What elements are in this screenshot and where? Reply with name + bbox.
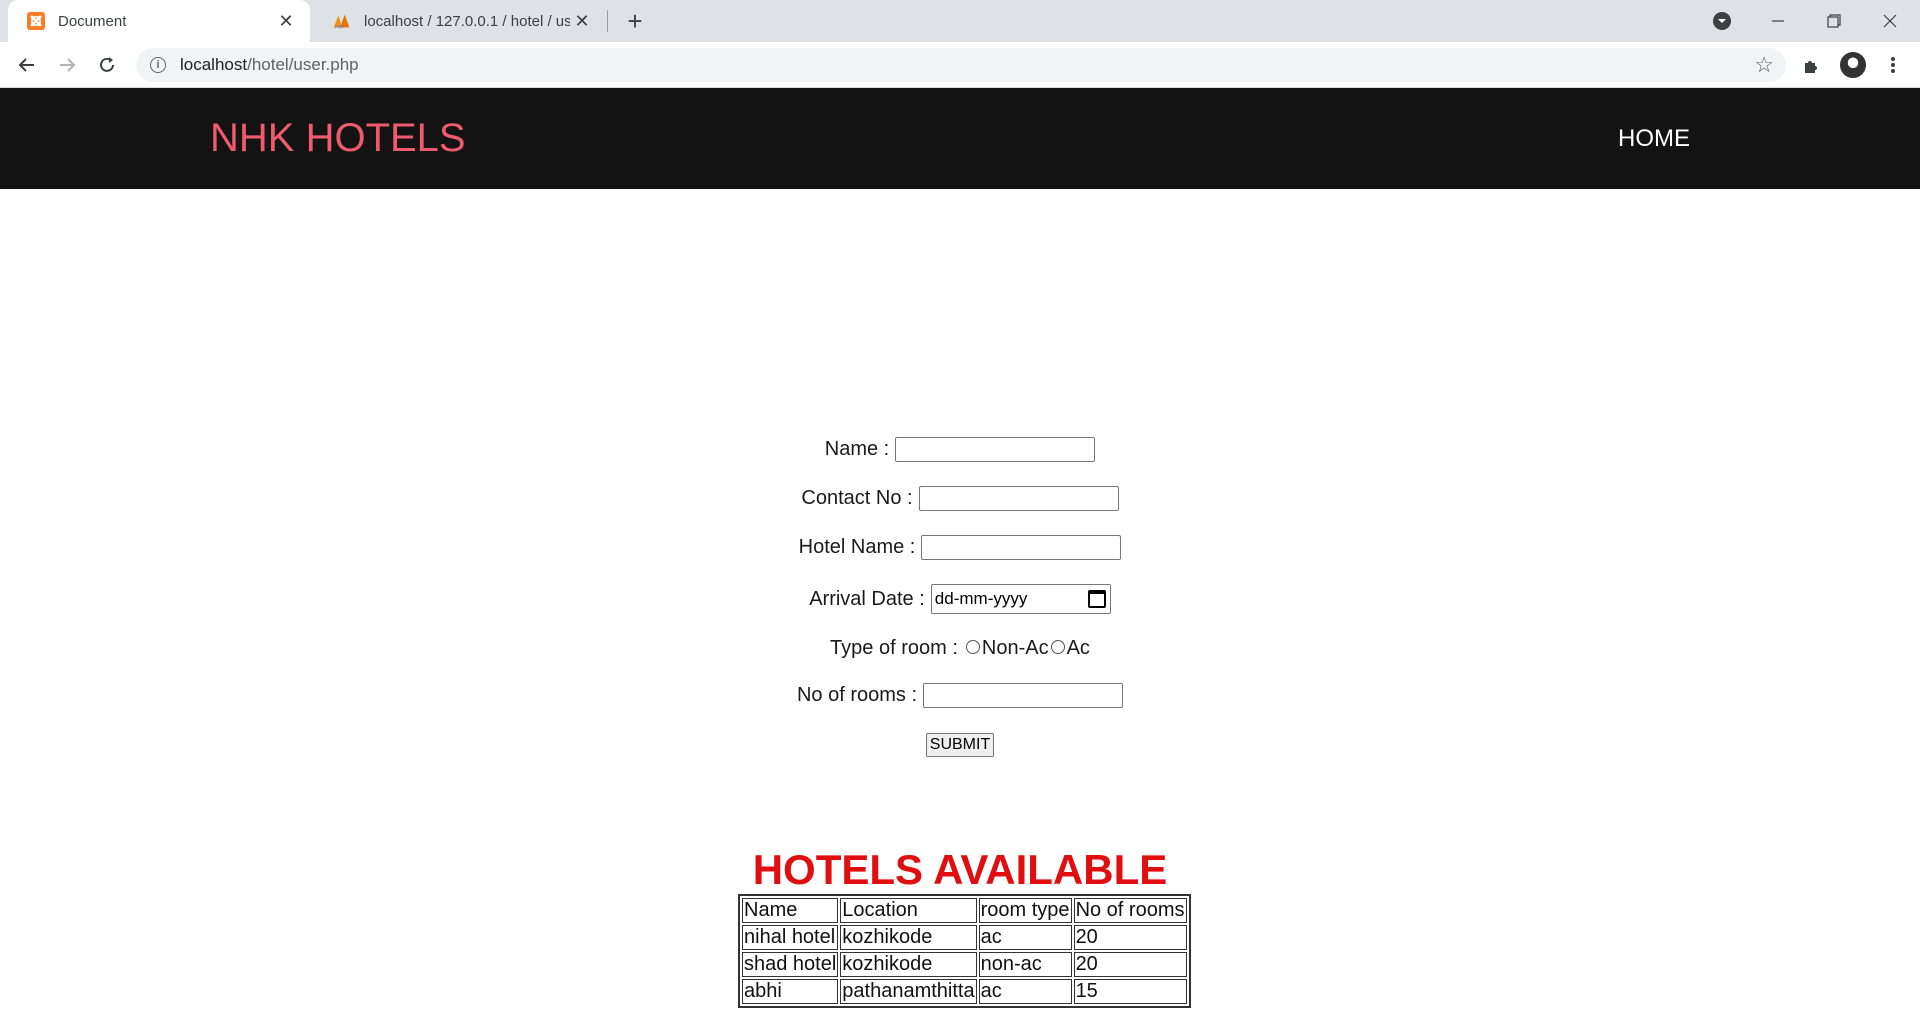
- reload-icon[interactable]: [92, 50, 122, 80]
- tab-search-icon[interactable]: [1694, 0, 1750, 42]
- back-icon[interactable]: [12, 50, 42, 80]
- rooms-input[interactable]: [923, 683, 1124, 708]
- form-row-contact: Contact No :: [0, 486, 1920, 511]
- form-row-date: Arrival Date : dd-mm-yyyy: [0, 584, 1920, 614]
- column-header: No of rooms: [1073, 898, 1187, 923]
- phpmyadmin-icon: PMA: [332, 11, 352, 31]
- table-cell: nihal hotel: [742, 925, 839, 950]
- extensions-icon[interactable]: [1797, 50, 1827, 80]
- table-cell: 20: [1073, 952, 1187, 977]
- url-text: localhost/hotel/user.php: [180, 55, 359, 74]
- close-tab-icon[interactable]: ✕: [570, 9, 594, 33]
- submit-button[interactable]: SUBMIT: [925, 733, 995, 757]
- name-label: Name :: [824, 438, 890, 460]
- table-header-row: Name Location room type No of rooms: [742, 898, 1187, 923]
- svg-text:PMA: PMA: [335, 25, 346, 30]
- browser-tab-title: localhost / 127.0.0.1 / hotel / use: [364, 12, 570, 30]
- page-content: NHK HOTELS HOME Name : Contact No : Hote…: [0, 88, 1920, 1030]
- menu-kebab-icon[interactable]: [1878, 50, 1908, 80]
- table-cell: kozhikode: [840, 925, 977, 950]
- hotels-available-title: HOTELS AVAILABLE: [752, 846, 1168, 893]
- room-type-label: Type of room :: [830, 637, 958, 659]
- browser-toolbar: i localhost/hotel/user.php ☆: [0, 42, 1920, 88]
- table-cell: 20: [1073, 925, 1187, 950]
- avatar: [1840, 52, 1866, 78]
- table-row: nihal hotel kozhikode ac 20: [742, 925, 1187, 950]
- profile-avatar[interactable]: [1838, 50, 1868, 80]
- rooms-label: No of rooms :: [796, 684, 918, 706]
- browser-tab-title: Document: [58, 12, 127, 30]
- ac-radio[interactable]: [1050, 639, 1065, 654]
- table-cell: 15: [1073, 979, 1187, 1004]
- site-brand[interactable]: NHK HOTELS: [210, 116, 466, 161]
- xampp-icon: [26, 11, 46, 31]
- name-input[interactable]: [895, 437, 1096, 462]
- calendar-icon[interactable]: [1087, 590, 1106, 608]
- tab-separator: [607, 10, 608, 32]
- table-cell: ac: [978, 979, 1072, 1004]
- table-cell: abhi: [742, 979, 839, 1004]
- close-window-icon[interactable]: [1862, 0, 1918, 42]
- table-row: abhi pathanamthitta ac 15: [742, 979, 1187, 1004]
- table-cell: non-ac: [978, 952, 1072, 977]
- site-info-icon[interactable]: i: [150, 57, 166, 73]
- column-header: room type: [978, 898, 1072, 923]
- site-navbar: NHK HOTELS HOME: [0, 88, 1920, 189]
- form-row-submit: SUBMIT: [0, 733, 1920, 757]
- arrival-date-label: Arrival Date :: [809, 587, 925, 610]
- browser-tab-document[interactable]: Document ✕: [8, 0, 310, 42]
- restore-icon[interactable]: [1806, 0, 1862, 42]
- date-placeholder: dd-mm-yyyy: [934, 589, 1028, 608]
- hotel-name-input[interactable]: [921, 535, 1122, 560]
- form-row-rooms: No of rooms :: [0, 683, 1920, 708]
- contact-input[interactable]: [918, 486, 1119, 511]
- form-row-name: Name :: [0, 437, 1920, 462]
- browser-tab-phpmyadmin[interactable]: PMA localhost / 127.0.0.1 / hotel / use …: [314, 0, 606, 42]
- bookmark-star-icon[interactable]: ☆: [1754, 52, 1774, 78]
- table-cell: pathanamthitta: [840, 979, 977, 1004]
- hotels-table: Name Location room type No of rooms niha…: [738, 894, 1191, 1008]
- close-tab-icon[interactable]: ✕: [274, 9, 298, 33]
- table-row: shad hotel kozhikode non-ac 20: [742, 952, 1187, 977]
- new-tab-icon[interactable]: +: [620, 6, 650, 36]
- arrival-date-input[interactable]: dd-mm-yyyy: [930, 584, 1111, 614]
- form-row-room-type: Type of room : Non-Ac Ac: [0, 637, 1920, 660]
- table-cell: shad hotel: [742, 952, 839, 977]
- minimize-icon[interactable]: [1750, 0, 1806, 42]
- address-bar[interactable]: i localhost/hotel/user.php ☆: [136, 48, 1786, 82]
- non-ac-radio[interactable]: [965, 639, 980, 654]
- table-cell: ac: [978, 925, 1072, 950]
- hotel-name-label: Hotel Name :: [798, 536, 916, 558]
- ac-label: Ac: [1066, 637, 1090, 659]
- contact-label: Contact No :: [801, 487, 913, 509]
- forward-icon[interactable]: [52, 50, 82, 80]
- nav-home-link[interactable]: HOME: [1618, 125, 1690, 153]
- column-header: Location: [840, 898, 977, 923]
- form-row-hotel: Hotel Name :: [0, 535, 1920, 560]
- table-cell: kozhikode: [840, 952, 977, 977]
- browser-tabstrip: Document ✕ PMA localhost / 127.0.0.1 / h…: [0, 0, 1920, 42]
- non-ac-label: Non-Ac: [981, 637, 1049, 659]
- column-header: Name: [742, 898, 839, 923]
